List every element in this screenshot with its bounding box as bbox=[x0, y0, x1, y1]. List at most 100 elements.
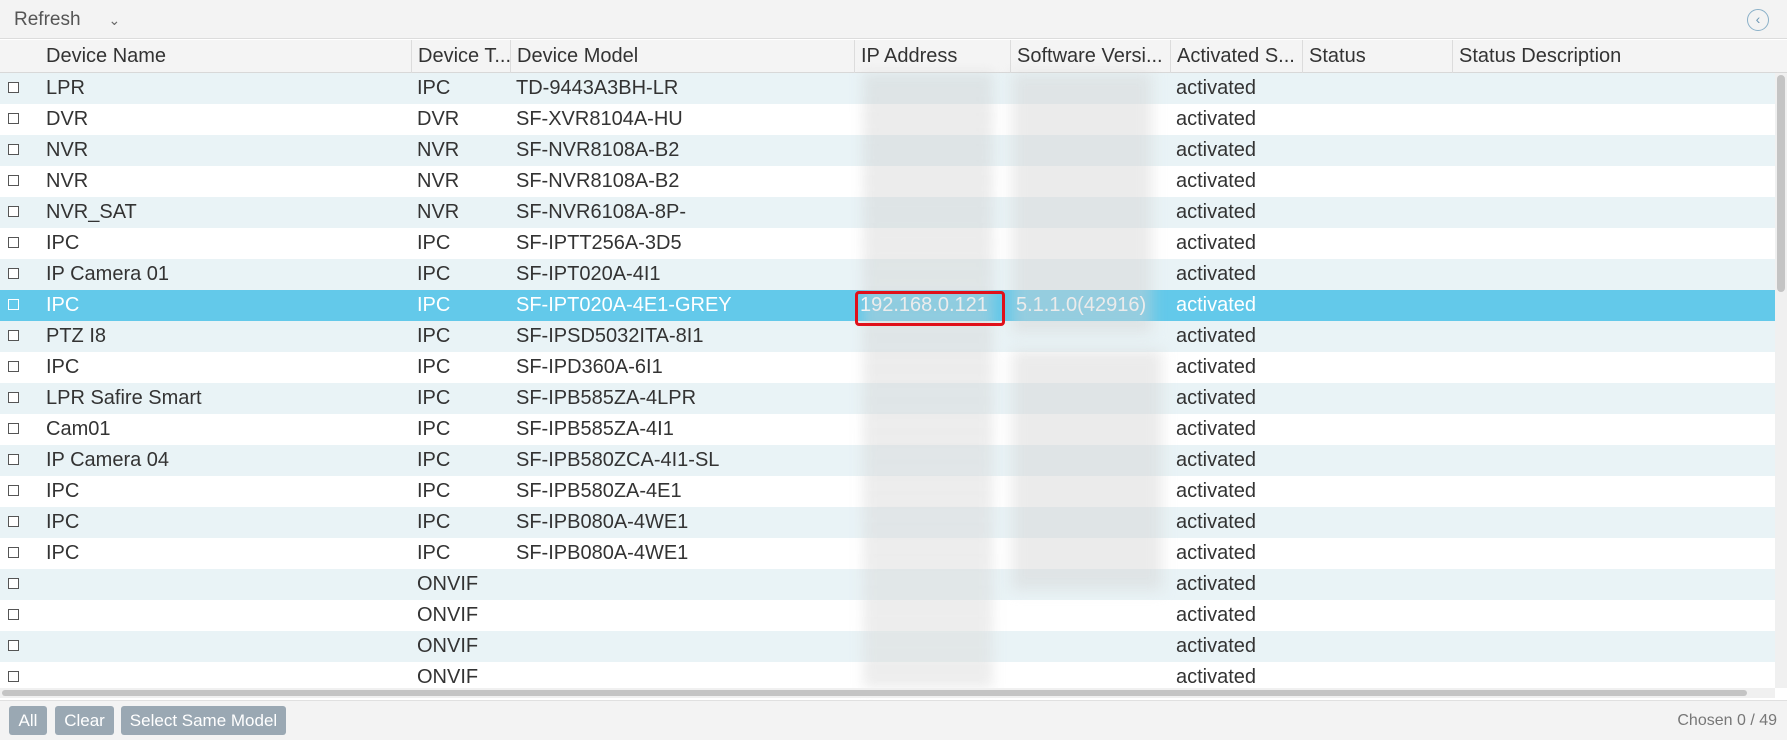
ip-address-cell bbox=[854, 631, 1010, 662]
row-checkbox[interactable] bbox=[8, 206, 19, 217]
table-row[interactable]: IPC IPC SF-IPTT256A-3D5 activated bbox=[0, 228, 1775, 259]
status-cell bbox=[1302, 135, 1452, 166]
software-version-cell bbox=[1010, 445, 1170, 476]
table-row[interactable]: IPC IPC SF-IPT020A-4E1-GREY 192.168.0.121 5.… bbox=[0, 290, 1775, 321]
row-checkbox[interactable] bbox=[8, 144, 19, 155]
software-version-cell bbox=[1010, 662, 1170, 688]
activated-status-cell: activated bbox=[1176, 263, 1257, 285]
chevron-down-icon[interactable]: ⌄ bbox=[109, 12, 121, 29]
column-header-ip-address[interactable]: IP Address bbox=[854, 40, 1010, 73]
vertical-scrollbar[interactable] bbox=[1775, 73, 1787, 688]
column-header-device-model[interactable]: Device Model bbox=[510, 40, 854, 73]
activated-status-cell: activated bbox=[1176, 201, 1257, 223]
row-checkbox[interactable] bbox=[8, 392, 19, 403]
row-checkbox[interactable] bbox=[8, 175, 19, 186]
vertical-scroll-thumb[interactable] bbox=[1777, 75, 1785, 292]
refresh-button[interactable]: Refresh ⌄ bbox=[14, 9, 120, 31]
row-checkbox[interactable] bbox=[8, 671, 19, 682]
device-name-cell: LPR Safire Smart bbox=[46, 387, 202, 409]
software-version-cell bbox=[1010, 414, 1170, 445]
software-version-cell bbox=[1010, 600, 1170, 631]
software-version-cell bbox=[1010, 197, 1170, 228]
table-row[interactable]: ONVIF activated bbox=[0, 600, 1775, 631]
ip-address-cell bbox=[854, 352, 1010, 383]
collapse-panel-icon[interactable]: ‹ bbox=[1747, 9, 1769, 31]
software-version-cell bbox=[1010, 538, 1170, 569]
software-version-cell bbox=[1010, 321, 1170, 352]
device-type-cell: ONVIF bbox=[417, 573, 479, 595]
ip-address-cell bbox=[854, 259, 1010, 290]
software-version-cell bbox=[1010, 135, 1170, 166]
status-description-cell bbox=[1452, 445, 1772, 476]
activated-status-cell: activated bbox=[1176, 387, 1257, 409]
ip-address-cell bbox=[854, 135, 1010, 166]
table-row[interactable]: LPR Safire Smart IPC SF-IPB585ZA-4LPR activ… bbox=[0, 383, 1775, 414]
ip-address-cell: 192.168.0.121 bbox=[860, 294, 988, 316]
status-cell bbox=[1302, 228, 1452, 259]
table-row[interactable]: IPC IPC SF-IPB580ZA-4E1 activated bbox=[0, 476, 1775, 507]
row-checkbox[interactable] bbox=[8, 578, 19, 589]
device-model-cell: SF-NVR6108A-8P- bbox=[516, 201, 687, 223]
row-checkbox[interactable] bbox=[8, 237, 19, 248]
table-row[interactable]: DVR DVR SF-XVR8104A-HU activated bbox=[0, 104, 1775, 135]
row-checkbox[interactable] bbox=[8, 640, 19, 651]
activated-status-cell: activated bbox=[1176, 480, 1257, 502]
column-header-activated-status[interactable]: Activated S... bbox=[1170, 40, 1302, 73]
device-type-cell: ONVIF bbox=[417, 666, 479, 688]
device-type-cell: IPC bbox=[417, 356, 451, 378]
device-type-cell: IPC bbox=[417, 263, 451, 285]
row-checkbox[interactable] bbox=[8, 547, 19, 558]
device-name-cell: IPC bbox=[46, 511, 80, 533]
status-cell bbox=[1302, 569, 1452, 600]
device-model-cell: SF-IPTT256A-3D5 bbox=[516, 232, 682, 254]
row-checkbox[interactable] bbox=[8, 423, 19, 434]
row-checkbox[interactable] bbox=[8, 485, 19, 496]
device-name-cell: IPC bbox=[46, 294, 80, 316]
status-description-cell bbox=[1452, 104, 1772, 135]
column-header-status-description[interactable]: Status Description bbox=[1452, 40, 1787, 73]
column-header-device-type[interactable]: Device T... bbox=[411, 40, 510, 73]
software-version-cell bbox=[1010, 631, 1170, 662]
software-version-cell bbox=[1010, 352, 1170, 383]
column-header-status[interactable]: Status bbox=[1302, 40, 1452, 73]
column-header-software-version[interactable]: Software Versi... bbox=[1010, 40, 1170, 73]
table-row[interactable]: ONVIF activated bbox=[0, 569, 1775, 600]
ip-address-cell bbox=[854, 445, 1010, 476]
table-row[interactable]: NVR NVR SF-NVR8108A-B2 activated bbox=[0, 135, 1775, 166]
table-row[interactable]: ONVIF activated bbox=[0, 662, 1775, 688]
column-header-device-name[interactable]: Device Name bbox=[40, 40, 411, 73]
table-row[interactable]: NVR_SAT NVR SF-NVR6108A-8P-activated bbox=[0, 197, 1775, 228]
device-type-cell: NVR bbox=[417, 170, 460, 192]
device-name-cell: NVR bbox=[46, 170, 89, 192]
row-checkbox[interactable] bbox=[8, 268, 19, 279]
row-checkbox[interactable] bbox=[8, 299, 19, 310]
table-row[interactable]: IPC IPC SF-IPB080A-4WE1 activated bbox=[0, 538, 1775, 569]
table-row[interactable]: ONVIF activated bbox=[0, 631, 1775, 662]
table-row[interactable]: Cam01 IPC SF-IPB585ZA-4I1 activated bbox=[0, 414, 1775, 445]
horizontal-scrollbar[interactable] bbox=[0, 688, 1775, 698]
table-row[interactable]: IPC IPC SF-IPD360A-6I1 activated bbox=[0, 352, 1775, 383]
horizontal-scroll-thumb[interactable] bbox=[2, 690, 1747, 696]
row-checkbox[interactable] bbox=[8, 609, 19, 620]
row-checkbox[interactable] bbox=[8, 82, 19, 93]
clear-button[interactable]: Clear bbox=[55, 706, 114, 735]
row-checkbox[interactable] bbox=[8, 516, 19, 527]
ip-address-cell bbox=[854, 166, 1010, 197]
device-model-cell: SF-IPB585ZA-4LPR bbox=[516, 387, 697, 409]
row-checkbox[interactable] bbox=[8, 454, 19, 465]
table-row[interactable]: IP Camera 04 IPC SF-IPB580ZCA-4I1-SL activa… bbox=[0, 445, 1775, 476]
status-description-cell bbox=[1452, 166, 1772, 197]
row-checkbox[interactable] bbox=[8, 113, 19, 124]
table-row[interactable]: PTZ I8 IPC SF-IPSD5032ITA-8I1 activated bbox=[0, 321, 1775, 352]
device-type-cell: IPC bbox=[417, 480, 451, 502]
select-all-button[interactable]: All bbox=[9, 706, 47, 735]
table-row[interactable]: LPR IPC TD-9443A3BH-LR activated bbox=[0, 73, 1775, 104]
row-checkbox[interactable] bbox=[8, 330, 19, 341]
row-checkbox[interactable] bbox=[8, 361, 19, 372]
device-type-cell: NVR bbox=[417, 201, 460, 223]
table-row[interactable]: NVR NVR SF-NVR8108A-B2 activated bbox=[0, 166, 1775, 197]
ip-address-cell bbox=[854, 507, 1010, 538]
table-row[interactable]: IPC IPC SF-IPB080A-4WE1 activated bbox=[0, 507, 1775, 538]
select-same-model-button[interactable]: Select Same Model bbox=[121, 706, 286, 735]
table-row[interactable]: IP Camera 01 IPC SF-IPT020A-4I1 activated bbox=[0, 259, 1775, 290]
